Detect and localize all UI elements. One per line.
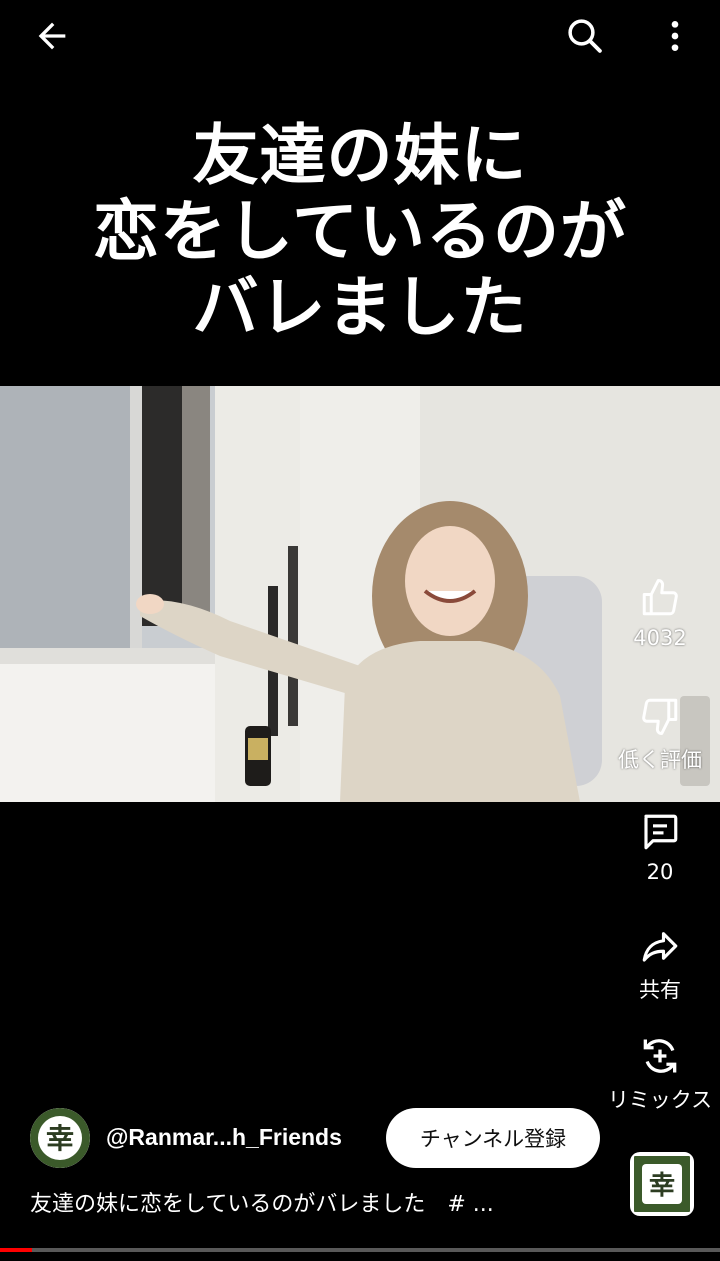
remix-button[interactable]: リミックス xyxy=(600,1032,720,1114)
channel-logo-icon: 幸 xyxy=(634,1156,690,1212)
comment-icon xyxy=(636,808,684,856)
video-description[interactable]: 友達の妹に恋をしているのがバレました # ... xyxy=(30,1186,590,1218)
title-line: バレました xyxy=(192,269,528,346)
more-options-button[interactable] xyxy=(651,12,699,60)
dislike-button[interactable]: 低く評価 xyxy=(600,692,720,774)
sound-thumbnail[interactable]: 幸 xyxy=(630,1152,694,1216)
progress-fill xyxy=(0,1248,33,1252)
video-title-overlay: 友達の妹に 恋をしているのが バレました xyxy=(0,118,720,346)
comment-count: 20 xyxy=(646,860,674,884)
title-line: 恋をしているのが xyxy=(92,193,628,270)
more-vert-icon xyxy=(671,21,679,51)
back-button[interactable] xyxy=(28,12,76,60)
thumb-down-icon xyxy=(636,692,684,740)
remix-icon xyxy=(636,1032,684,1080)
search-icon xyxy=(568,19,602,53)
channel-handle[interactable]: @Ranmar...h_Friends xyxy=(106,1124,342,1151)
comments-button[interactable]: 20 xyxy=(600,808,720,884)
like-button[interactable]: 4032 xyxy=(600,574,720,650)
subscribe-button[interactable]: チャンネル登録 xyxy=(386,1108,600,1168)
thumb-glyph: 幸 xyxy=(649,1171,675,1201)
top-bar xyxy=(0,0,720,72)
dislike-label: 低く評価 xyxy=(618,748,702,772)
title-line: 友達の妹に xyxy=(192,117,528,194)
share-button[interactable]: 共有 xyxy=(600,922,720,1004)
share-icon xyxy=(636,922,684,970)
progress-bar[interactable] xyxy=(0,1248,720,1252)
channel-logo-icon: 幸 xyxy=(30,1108,90,1168)
thumb-up-icon xyxy=(636,574,684,622)
like-count: 4032 xyxy=(633,626,687,650)
search-button[interactable] xyxy=(561,12,609,60)
channel-avatar[interactable]: 幸 xyxy=(30,1108,90,1168)
avatar-glyph: 幸 xyxy=(46,1122,74,1155)
share-label: 共有 xyxy=(639,978,681,1002)
arrow-back-icon xyxy=(38,22,66,50)
channel-row: 幸 @Ranmar...h_Friends チャンネル登録 xyxy=(30,1108,630,1170)
